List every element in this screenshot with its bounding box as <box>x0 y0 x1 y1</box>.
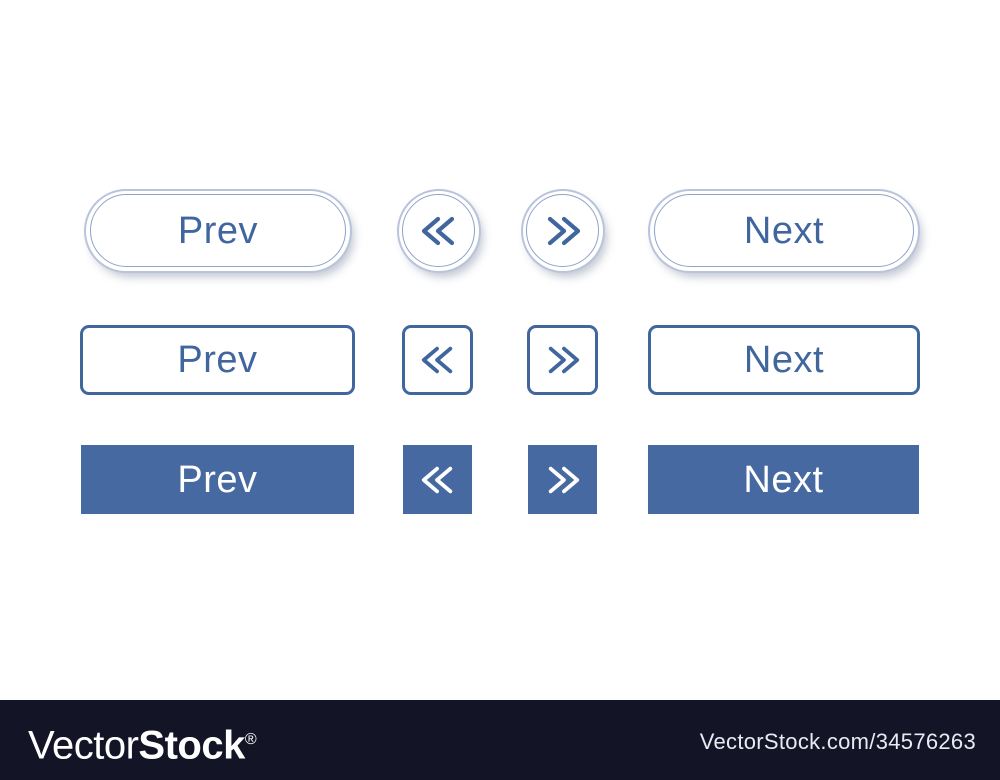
prev-button-solid[interactable]: Prev <box>81 445 354 514</box>
double-chevron-right-icon <box>548 346 579 374</box>
double-chevron-right-icon <box>548 466 579 493</box>
next-button-3d-label: Next <box>743 210 825 252</box>
watermark-url: VectorStock.com/34576263 <box>699 729 976 754</box>
prev-button-3d[interactable]: Prev <box>84 189 352 273</box>
watermark-footer: VectorStock® VectorStock.com/34576263 <box>0 700 1000 780</box>
next-button-solid-label: Next <box>743 458 824 501</box>
double-chevron-right-icon <box>547 216 581 246</box>
prev-button-3d-label: Prev <box>177 210 259 252</box>
double-chevron-left-icon <box>421 466 452 493</box>
prev-button-outlined[interactable]: Prev <box>80 325 355 395</box>
illustration-canvas: Prev Next Prev Next Prev Next VectorStoc… <box>0 0 1000 780</box>
logo-text-bold: Stock <box>138 723 245 768</box>
prev-button-outlined-label: Prev <box>177 339 258 381</box>
logo-text-light: Vector <box>28 723 139 768</box>
next-button-outlined[interactable]: Next <box>648 325 920 395</box>
next-button-outlined-label: Next <box>743 339 825 381</box>
double-chevron-left-icon <box>421 346 452 374</box>
registered-trademark-icon: ® <box>244 731 257 748</box>
last-button-solid[interactable] <box>528 445 597 514</box>
first-button-solid[interactable] <box>403 445 472 514</box>
double-chevron-left-icon <box>421 216 455 246</box>
last-button-outlined[interactable] <box>527 325 598 395</box>
prev-button-solid-label: Prev <box>177 458 258 501</box>
vectorstock-logo: VectorStock® <box>28 718 257 767</box>
first-button-3d[interactable] <box>397 189 481 273</box>
next-button-solid[interactable]: Next <box>648 445 919 514</box>
first-button-outlined[interactable] <box>402 325 473 395</box>
next-button-3d[interactable]: Next <box>648 189 920 273</box>
last-button-3d[interactable] <box>521 189 605 273</box>
